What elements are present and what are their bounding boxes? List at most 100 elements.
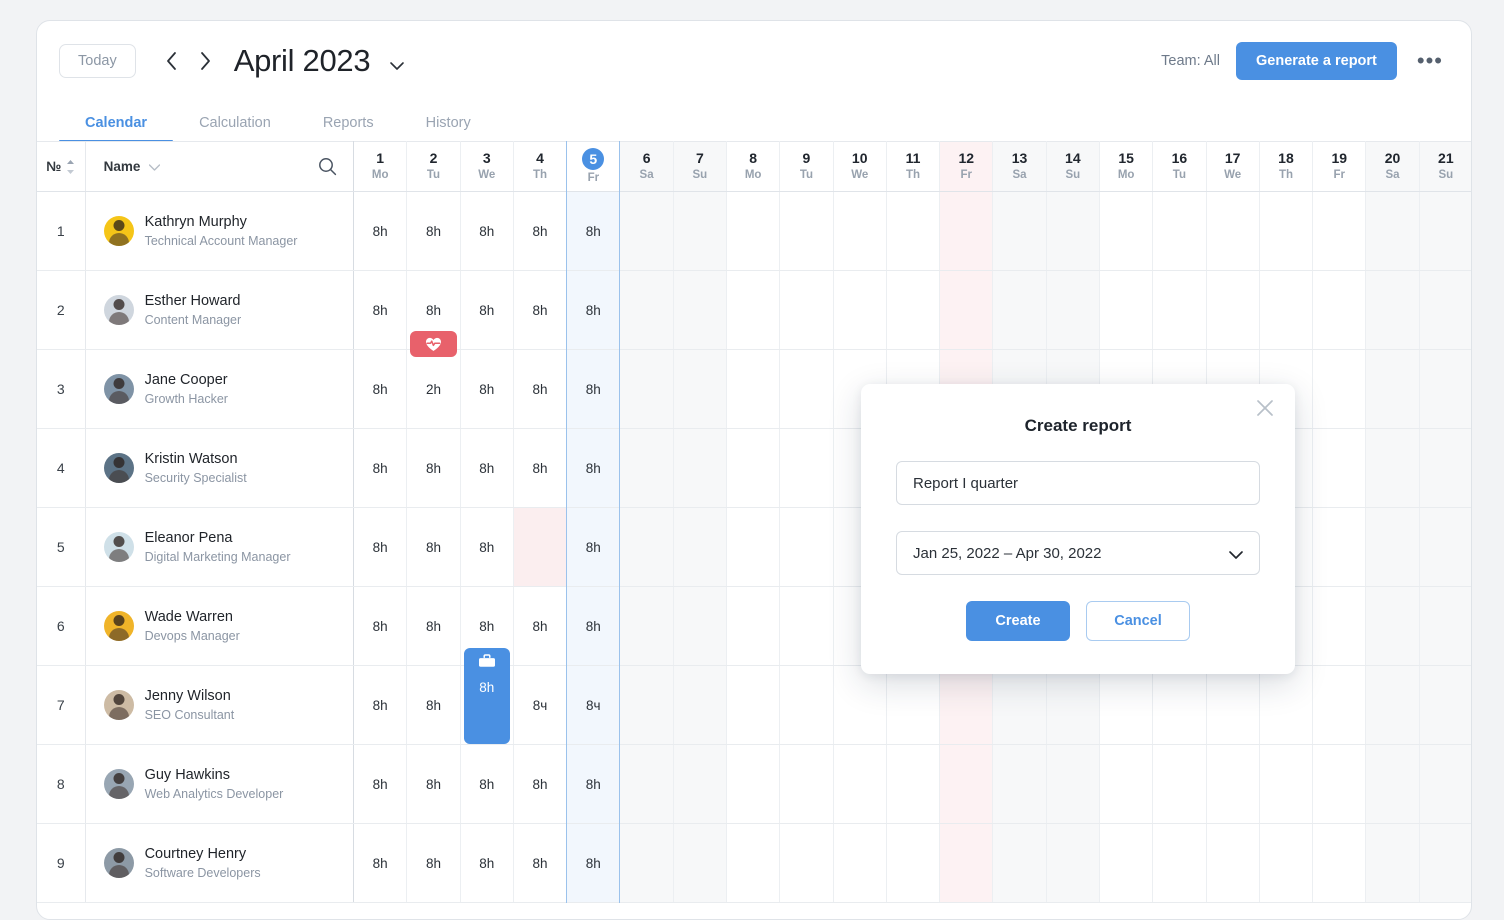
hours-cell[interactable] — [673, 665, 728, 745]
today-button[interactable]: Today — [59, 44, 136, 78]
hours-cell[interactable] — [1046, 665, 1100, 745]
hours-cell[interactable] — [1365, 191, 1420, 271]
hours-cell[interactable] — [1312, 744, 1367, 824]
hours-cell[interactable]: 8h — [353, 270, 408, 350]
hours-cell[interactable]: 8h — [353, 665, 408, 745]
person-cell[interactable]: Jenny Wilson SEO Consultant — [85, 665, 355, 745]
hours-cell[interactable] — [833, 823, 887, 903]
prev-month-button[interactable] — [158, 44, 186, 78]
hours-cell[interactable] — [619, 428, 674, 508]
cancel-button[interactable]: Cancel — [1086, 601, 1190, 641]
sick-leave-chip[interactable] — [410, 331, 457, 357]
column-header-day-13[interactable]: 13 Sa — [992, 141, 1047, 192]
hours-cell[interactable] — [513, 507, 568, 587]
hours-cell[interactable]: 8h — [513, 428, 568, 508]
hours-cell[interactable] — [1312, 270, 1367, 350]
hours-cell[interactable] — [673, 191, 728, 271]
hours-cell[interactable] — [726, 507, 781, 587]
column-header-day-18[interactable]: 18 Th — [1259, 141, 1314, 192]
hours-cell[interactable] — [779, 270, 834, 350]
hours-cell[interactable] — [992, 744, 1047, 824]
hours-cell[interactable]: 8h — [460, 428, 514, 508]
tab-reports[interactable]: Reports — [297, 115, 400, 141]
hours-cell[interactable] — [619, 270, 674, 350]
hours-cell[interactable] — [726, 428, 781, 508]
hours-cell[interactable]: 8h — [566, 349, 621, 429]
column-header-day-5[interactable]: 5 Fr — [566, 141, 621, 192]
hours-cell[interactable]: 8h — [406, 507, 461, 587]
hours-cell[interactable] — [1365, 744, 1420, 824]
hours-cell[interactable] — [1099, 744, 1154, 824]
hours-cell[interactable]: 8h — [460, 648, 514, 745]
hours-cell[interactable] — [833, 191, 887, 271]
hours-cell[interactable] — [992, 823, 1047, 903]
hours-cell[interactable] — [1152, 744, 1207, 824]
hours-cell[interactable]: 8h — [460, 823, 514, 903]
column-header-day-20[interactable]: 20 Sa — [1365, 141, 1420, 192]
hours-cell[interactable] — [1206, 665, 1260, 745]
date-range-select[interactable]: Jan 25, 2022 – Apr 30, 2022 — [896, 531, 1260, 575]
hours-cell[interactable] — [1419, 744, 1471, 824]
hours-cell[interactable]: 8ч — [566, 665, 621, 745]
hours-cell[interactable]: 8h — [460, 744, 514, 824]
hours-cell[interactable] — [779, 586, 834, 666]
hours-cell[interactable] — [992, 191, 1047, 271]
hours-cell[interactable]: 8h — [406, 744, 461, 824]
hours-cell[interactable]: 8h — [566, 823, 621, 903]
tab-calendar[interactable]: Calendar — [59, 115, 174, 142]
hours-cell[interactable] — [619, 507, 674, 587]
hours-cell[interactable] — [1419, 586, 1471, 666]
column-header-day-19[interactable]: 19 Fr — [1312, 141, 1367, 192]
hours-cell[interactable] — [1099, 270, 1154, 350]
column-header-day-3[interactable]: 3 We — [460, 141, 514, 192]
hours-cell[interactable] — [1312, 507, 1367, 587]
table-row[interactable]: 8 Guy Hawkins Web Analytics Developer 8h 8h 8… — [37, 744, 1471, 824]
hours-cell[interactable]: 8h — [566, 586, 621, 666]
hours-cell[interactable] — [833, 744, 887, 824]
hours-cell[interactable] — [1206, 744, 1260, 824]
next-month-button[interactable] — [192, 44, 220, 78]
person-cell[interactable]: Esther Howard Content Manager — [85, 270, 355, 350]
column-header-name[interactable]: Name — [85, 141, 355, 192]
column-header-day-6[interactable]: 6 Sa — [619, 141, 674, 192]
hours-cell[interactable] — [1365, 507, 1420, 587]
hours-cell[interactable] — [1312, 823, 1367, 903]
hours-cell[interactable] — [1206, 191, 1260, 271]
hours-cell[interactable] — [939, 744, 994, 824]
name-sort-button[interactable] — [149, 159, 161, 174]
hours-cell[interactable] — [1259, 270, 1314, 350]
hours-cell[interactable] — [779, 428, 834, 508]
hours-cell[interactable] — [673, 744, 728, 824]
team-filter-label[interactable]: Team: All — [1161, 53, 1220, 69]
hours-cell[interactable] — [726, 665, 781, 745]
hours-cell[interactable]: 8h — [513, 191, 568, 271]
hours-cell[interactable] — [1365, 665, 1420, 745]
hours-cell[interactable] — [619, 744, 674, 824]
hours-cell[interactable] — [619, 665, 674, 745]
hours-cell[interactable] — [886, 823, 941, 903]
hours-cell[interactable]: 8h — [353, 428, 408, 508]
column-header-day-21[interactable]: 21 Su — [1419, 141, 1471, 192]
hours-cell[interactable] — [1099, 191, 1154, 271]
hours-cell[interactable] — [939, 270, 994, 350]
column-header-day-14[interactable]: 14 Su — [1046, 141, 1100, 192]
business-trip-chip[interactable]: 8h — [463, 648, 510, 744]
column-header-day-17[interactable]: 17 We — [1206, 141, 1260, 192]
hours-cell[interactable] — [673, 586, 728, 666]
hours-cell[interactable] — [1046, 744, 1100, 824]
hours-cell[interactable] — [1419, 428, 1471, 508]
hours-cell[interactable]: 8h — [353, 191, 408, 271]
hours-cell[interactable] — [779, 191, 834, 271]
person-cell[interactable]: Wade Warren Devops Manager — [85, 586, 355, 666]
hours-cell[interactable] — [1152, 665, 1207, 745]
hours-cell[interactable]: 8h — [460, 270, 514, 350]
hours-cell[interactable]: 8ч — [513, 665, 568, 745]
column-header-day-9[interactable]: 9 Tu — [779, 141, 834, 192]
create-button[interactable]: Create — [966, 601, 1070, 641]
hours-cell[interactable] — [992, 270, 1047, 350]
hours-cell[interactable] — [726, 823, 781, 903]
tab-calculation[interactable]: Calculation — [173, 115, 297, 141]
person-cell[interactable]: Guy Hawkins Web Analytics Developer — [85, 744, 355, 824]
hours-cell[interactable]: 8h — [513, 823, 568, 903]
hours-cell[interactable] — [1419, 823, 1471, 903]
